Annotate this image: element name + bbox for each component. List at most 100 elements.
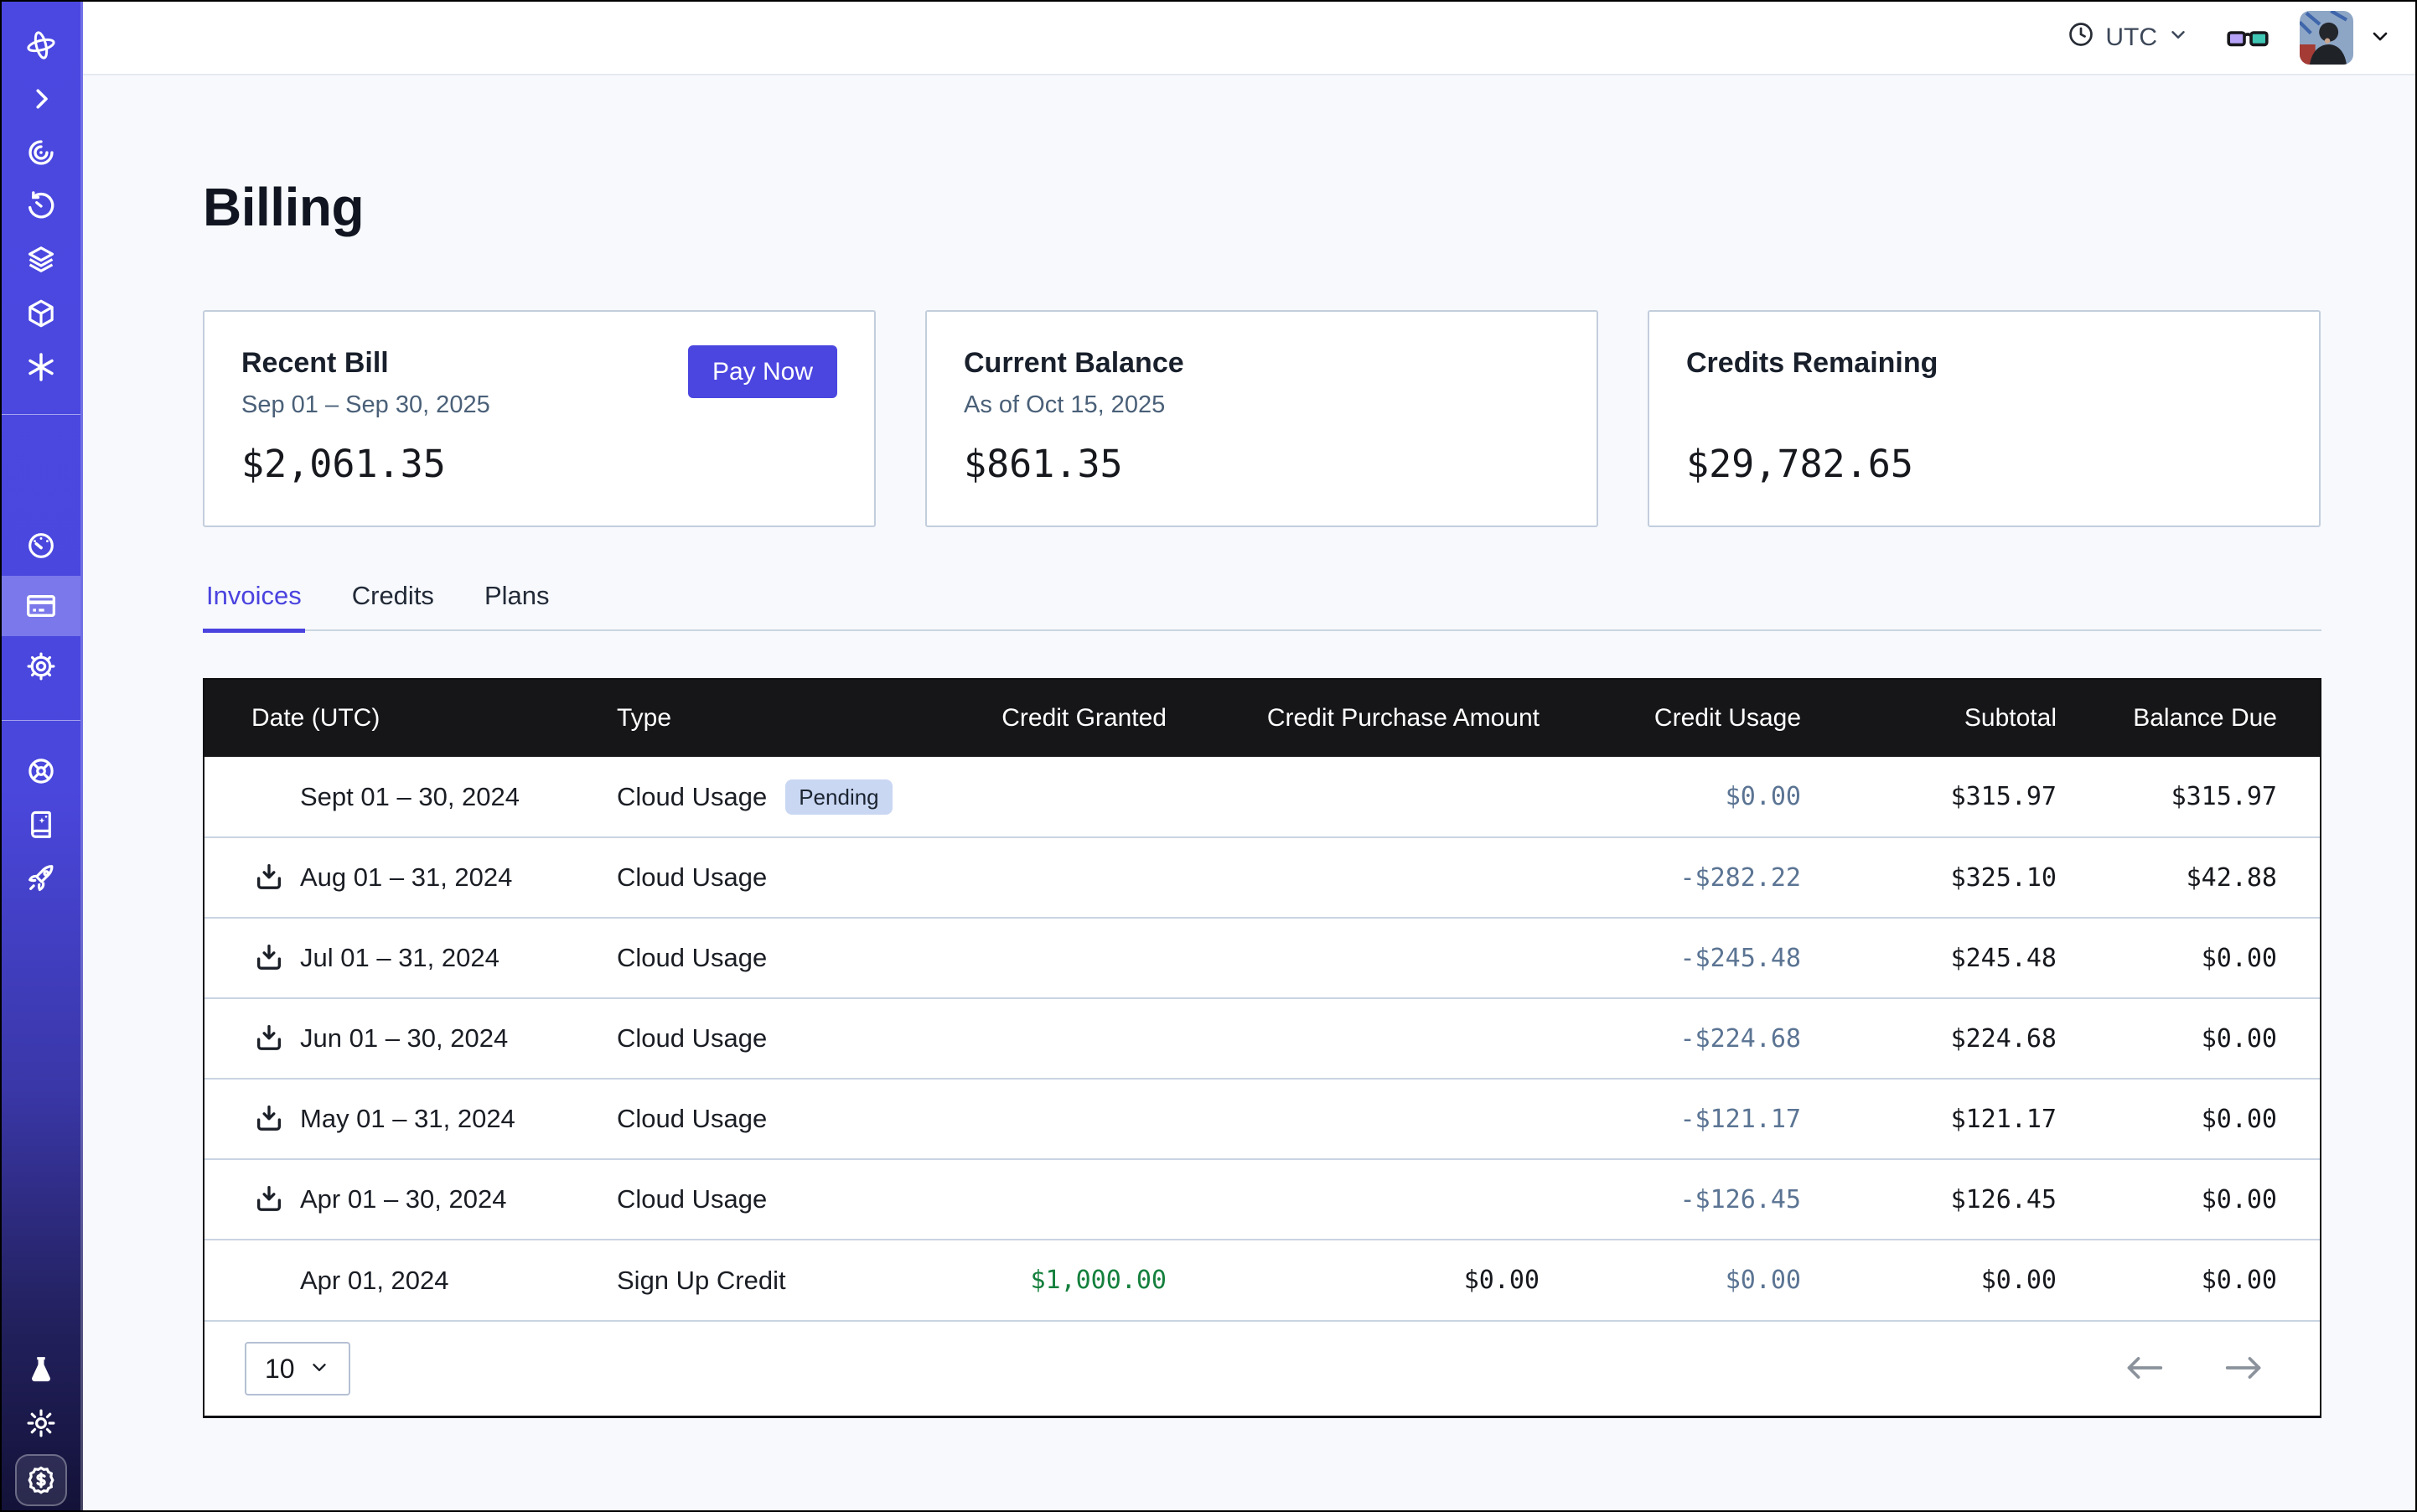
tab-credits[interactable]: Credits — [349, 581, 437, 629]
table-row: Jul 01 – 31, 2024 Cloud Usage -$245.48 $… — [204, 918, 2320, 998]
balance-due-value: $0.00 — [2099, 1159, 2320, 1240]
credit-purchase-value — [1209, 998, 1582, 1079]
subtotal-value: $0.00 — [1844, 1240, 2099, 1320]
pay-now-button[interactable]: Pay Now — [688, 345, 837, 398]
invoices-table: Date (UTC) Type Credit Granted Credit Pu… — [203, 678, 2321, 1418]
current-balance-card: Current Balance As of Oct 15, 2025 $861.… — [925, 310, 1598, 527]
col-credit-purchase: Credit Purchase Amount — [1209, 680, 1582, 757]
table-row: Sept 01 – 30, 2024 Cloud UsagePending $0… — [204, 757, 2320, 837]
invoice-type: Cloud Usage — [617, 782, 767, 812]
sidebar-item-usage[interactable] — [2, 515, 80, 576]
table-row: Apr 01, 2024 Sign Up Credit $1,000.00 $0… — [204, 1240, 2320, 1320]
subtotal-value: $224.68 — [1844, 998, 2099, 1079]
table-row: Apr 01 – 30, 2024 Cloud Usage -$126.45 $… — [204, 1159, 2320, 1240]
credit-purchase-value — [1209, 1079, 1582, 1159]
subtotal-value: $245.48 — [1844, 918, 2099, 998]
gear-icon — [25, 650, 57, 682]
invoice-type: Cloud Usage — [617, 1104, 767, 1134]
badge-dollar-button[interactable] — [15, 1454, 67, 1506]
billing-tabs: Invoices Credits Plans — [203, 581, 2321, 631]
sidebar-item-layers[interactable] — [2, 233, 80, 287]
credit-usage-value: -$245.48 — [1582, 918, 1844, 998]
credit-purchase-value — [1209, 837, 1582, 918]
sidebar-item-launch[interactable] — [2, 852, 80, 905]
credit-purchase-value — [1209, 757, 1582, 837]
sidebar-item-collapse[interactable] — [2, 72, 80, 126]
sidebar — [2, 2, 83, 1510]
book-sparkle-icon — [25, 809, 57, 841]
credit-card-icon — [24, 589, 58, 623]
download-invoice-button[interactable] — [251, 1021, 287, 1056]
page-title: Billing — [203, 176, 2415, 238]
balance-due-value: $0.00 — [2099, 998, 2320, 1079]
credit-granted-value — [982, 757, 1209, 837]
credit-usage-value: $0.00 — [1582, 1240, 1844, 1320]
account-menu-chevron-icon[interactable] — [2368, 24, 2392, 52]
credit-usage-value: -$282.22 — [1582, 837, 1844, 918]
sidebar-item-observability[interactable] — [2, 126, 80, 179]
summary-cards: Recent Bill Sep 01 – Sep 30, 2025 $2,061… — [203, 310, 2321, 527]
pending-badge: Pending — [785, 779, 892, 815]
sidebar-item-docs[interactable] — [2, 798, 80, 852]
table-row: May 01 – 31, 2024 Cloud Usage -$121.17 $… — [204, 1079, 2320, 1159]
download-invoice-button[interactable] — [251, 940, 287, 976]
credit-usage-value: -$224.68 — [1582, 998, 1844, 1079]
invoice-date: Jun 01 – 30, 2024 — [300, 1023, 508, 1054]
content: Billing Recent Bill Sep 01 – Sep 30, 202… — [83, 75, 2415, 1510]
invoice-type: Cloud Usage — [617, 862, 767, 893]
topbar: UTC — [83, 2, 2415, 75]
credit-granted-value — [982, 1079, 1209, 1159]
card-subtitle — [1686, 391, 2282, 420]
sidebar-item-volumes[interactable] — [2, 287, 80, 340]
sidebar-item-labs[interactable] — [2, 1343, 80, 1396]
download-invoice-button[interactable] — [251, 1101, 287, 1137]
sidebar-item-secrets[interactable] — [2, 340, 80, 394]
sidebar-item-schedules[interactable] — [2, 179, 80, 233]
page-size-value: 10 — [265, 1354, 295, 1385]
card-title: Current Balance — [964, 347, 1560, 380]
recent-bill-amount: $2,061.35 — [241, 442, 837, 486]
balance-due-value: $0.00 — [2099, 1240, 2320, 1320]
sidebar-item-credits-badge[interactable] — [2, 1450, 80, 1510]
tab-invoices[interactable]: Invoices — [203, 581, 305, 629]
rocket-icon — [25, 862, 57, 894]
badge-dollar-icon — [24, 1463, 58, 1497]
user-avatar[interactable] — [2300, 11, 2353, 65]
subtotal-value: $325.10 — [1844, 837, 2099, 918]
table-row: Aug 01 – 31, 2024 Cloud Usage -$282.22 $… — [204, 837, 2320, 918]
tab-plans[interactable]: Plans — [481, 581, 553, 629]
invoice-type: Cloud Usage — [617, 943, 767, 973]
timezone-dropdown[interactable]: UTC — [2067, 20, 2189, 55]
spiral-eye-icon — [25, 137, 57, 168]
credits-remaining-amount: $29,782.65 — [1686, 442, 2282, 486]
download-invoice-button[interactable] — [251, 860, 287, 895]
reader-glasses-icon[interactable] — [2226, 19, 2269, 57]
page-size-select[interactable]: 10 — [245, 1342, 350, 1395]
card-subtitle: As of Oct 15, 2025 — [964, 391, 1560, 420]
subtotal-value: $315.97 — [1844, 757, 2099, 837]
sidebar-item-support[interactable] — [2, 744, 80, 798]
credit-purchase-value: $0.00 — [1209, 1240, 1582, 1320]
download-invoice-button[interactable] — [251, 1182, 287, 1217]
sidebar-item-theme[interactable] — [2, 1396, 80, 1450]
balance-due-value: $0.00 — [2099, 1079, 2320, 1159]
credit-purchase-value — [1209, 1159, 1582, 1240]
col-credit-granted: Credit Granted — [982, 680, 1209, 757]
credit-usage-value: -$121.17 — [1582, 1079, 1844, 1159]
sidebar-item-settings[interactable] — [2, 636, 80, 696]
pagination — [2120, 1352, 2268, 1386]
cube-icon — [25, 298, 57, 329]
invoice-type: Sign Up Credit — [617, 1266, 786, 1296]
col-type: Type — [580, 680, 982, 757]
next-page-button[interactable] — [2221, 1352, 2268, 1386]
sidebar-logo[interactable] — [2, 18, 80, 72]
previous-page-button[interactable] — [2120, 1352, 2167, 1386]
sidebar-item-billing[interactable] — [2, 576, 80, 636]
flask-icon — [25, 1354, 57, 1385]
sun-icon — [25, 1407, 57, 1439]
logo-orbit-icon — [24, 28, 58, 62]
chevron-down-icon — [2167, 23, 2189, 52]
credit-usage-value: -$126.45 — [1582, 1159, 1844, 1240]
timer-icon — [25, 190, 57, 222]
chevron-right-icon — [26, 84, 56, 114]
